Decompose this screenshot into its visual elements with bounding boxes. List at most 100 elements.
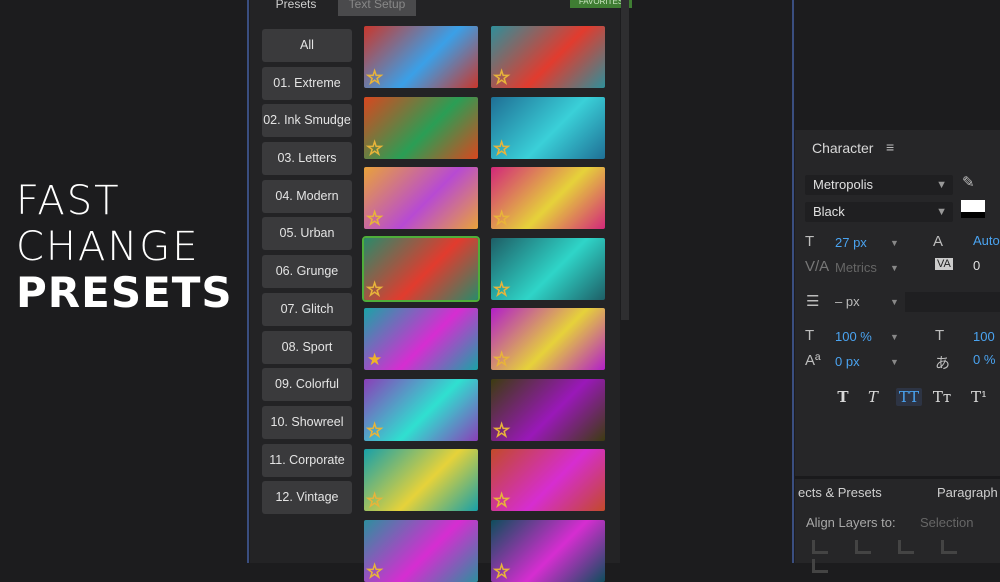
faux-italic-button[interactable]: T [860, 388, 886, 406]
category-item[interactable]: 04. Modern [262, 179, 352, 213]
star-icon[interactable]: ★ [367, 351, 382, 368]
tab-paragraph[interactable]: Paragraph [937, 485, 998, 500]
preset-thumbnail[interactable]: ★ [491, 378, 605, 441]
preset-thumbnail[interactable]: ★ [364, 26, 478, 88]
category-item[interactable]: 07. Glitch [262, 292, 352, 326]
chevron-down-icon[interactable]: ▼ [890, 238, 899, 248]
tab-presets[interactable]: Presets [262, 0, 330, 16]
scrollbar[interactable] [621, 0, 629, 320]
panel-separator [795, 476, 1000, 479]
font-family-value: Metropolis [813, 177, 873, 192]
category-item[interactable]: All [262, 29, 352, 62]
category-item[interactable]: 12. Vintage [262, 481, 352, 515]
star-icon[interactable]: ★ [366, 562, 383, 581]
category-item[interactable]: 03. Letters [262, 142, 352, 176]
headline-line-2: CHANGE [16, 224, 200, 270]
preset-thumbnail[interactable]: ★ [364, 308, 478, 370]
preset-thumbnail[interactable]: ★ [491, 449, 605, 511]
panel-border-left [247, 0, 249, 563]
preset-thumbnail[interactable]: ★ [491, 308, 605, 370]
category-item[interactable]: 09. Colorful [262, 368, 352, 402]
leading-icon: A [933, 233, 944, 250]
all-caps-button[interactable]: TT [896, 388, 922, 406]
preset-thumbnail[interactable]: ★ [491, 96, 605, 159]
star-icon[interactable]: ★ [493, 209, 510, 228]
align-middle-icon[interactable] [812, 559, 828, 573]
superscript-button[interactable]: T¹ [966, 388, 992, 406]
star-icon[interactable]: ★ [366, 491, 383, 510]
star-icon[interactable]: ★ [366, 209, 383, 228]
preset-thumbnail[interactable]: ★ [364, 96, 478, 159]
line-spacing-icon: ☰ [806, 293, 820, 310]
star-icon[interactable]: ★ [366, 421, 383, 440]
category-item[interactable]: 02. Ink Smudge [262, 104, 352, 138]
star-icon[interactable]: ★ [493, 280, 510, 299]
chevron-down-icon: ▼ [936, 206, 947, 218]
font-size-icon: T [805, 233, 815, 250]
panel-border-right [792, 0, 794, 563]
chevron-down-icon[interactable]: ▼ [890, 263, 899, 273]
vertical-scale-value[interactable]: 100 % [835, 329, 872, 344]
category-item[interactable]: 08. Sport [262, 330, 352, 364]
chevron-down-icon: ▼ [936, 179, 947, 191]
tab-text-setup[interactable]: Text Setup [338, 0, 416, 16]
star-icon[interactable]: ★ [493, 139, 510, 158]
leading-value[interactable]: Auto [973, 233, 1000, 248]
align-layers-label: Align Layers to: [806, 515, 896, 530]
tsume-value[interactable]: 0 % [973, 352, 995, 367]
preset-thumbnail[interactable]: ★ [491, 519, 605, 582]
eyedropper-icon[interactable]: ✎ [962, 173, 975, 191]
preset-thumbnail[interactable]: ★ [491, 26, 605, 88]
category-item[interactable]: 10. Showreel [262, 405, 352, 439]
chevron-down-icon[interactable]: ▼ [890, 297, 899, 307]
font-style-value: Black [813, 204, 845, 219]
tracking-icon: VA [935, 258, 953, 270]
align-center-icon[interactable] [855, 540, 871, 554]
align-left-icon[interactable] [812, 540, 828, 554]
star-icon[interactable]: ★ [366, 280, 383, 299]
tab-effects-presets[interactable]: ects & Presets [798, 485, 882, 500]
fill-stroke-swatch[interactable] [961, 200, 985, 218]
star-icon[interactable]: ★ [493, 421, 510, 440]
chevron-down-icon[interactable]: ▼ [890, 332, 899, 342]
preset-thumbnail[interactable]: ★ [364, 519, 478, 582]
preset-thumbnail[interactable]: ★ [362, 235, 480, 302]
panel-tabs: Presets Text Setup FAVORITES [250, 0, 632, 16]
tracking-value[interactable]: 0 [973, 258, 980, 273]
preset-thumbnail[interactable]: ★ [491, 237, 605, 300]
horizontal-scale-value[interactable]: 100 [973, 329, 995, 344]
line-spacing-value[interactable]: – px [835, 294, 860, 309]
star-icon[interactable]: ★ [493, 350, 510, 369]
small-caps-button[interactable]: Tт [929, 388, 955, 406]
align-right-icon[interactable] [898, 540, 914, 554]
kerning-value[interactable]: Metrics [835, 260, 877, 275]
star-icon[interactable]: ★ [366, 139, 383, 158]
preset-thumbnail[interactable]: ★ [364, 167, 478, 229]
align-top-icon[interactable] [941, 540, 957, 554]
font-style-dropdown[interactable]: Black ▼ [805, 202, 953, 222]
category-item[interactable]: 05. Urban [262, 217, 352, 251]
category-item[interactable]: 06. Grunge [262, 255, 352, 289]
star-icon[interactable]: ★ [366, 68, 383, 87]
star-icon[interactable]: ★ [493, 68, 510, 87]
preset-thumbnail[interactable]: ★ [364, 449, 478, 511]
star-icon[interactable]: ★ [493, 562, 510, 581]
headline: FAST CHANGE PRESETS [16, 178, 233, 316]
font-family-dropdown[interactable]: Metropolis ▼ [805, 175, 953, 195]
horizontal-scale-icon: T [935, 327, 945, 344]
preset-thumbnail[interactable]: ★ [491, 167, 605, 229]
preset-thumbnail[interactable]: ★ [364, 378, 478, 441]
baseline-shift-value[interactable]: 0 px [835, 354, 860, 369]
character-panel-title: Character [812, 140, 874, 156]
star-icon[interactable]: ★ [493, 491, 510, 510]
line-spacing-field[interactable] [905, 292, 1000, 312]
font-size-value[interactable]: 27 px [835, 235, 867, 250]
panel-menu-icon[interactable]: ≡ [886, 139, 894, 155]
category-item[interactable]: 01. Extreme [262, 66, 352, 100]
align-layers-value[interactable]: Selection [920, 515, 973, 530]
category-item[interactable]: 11. Corporate [262, 443, 352, 477]
kerning-icon: V/A [805, 258, 830, 275]
chevron-down-icon[interactable]: ▼ [890, 357, 899, 367]
tsume-icon: あ [935, 355, 951, 372]
faux-bold-button[interactable]: T [830, 388, 856, 406]
